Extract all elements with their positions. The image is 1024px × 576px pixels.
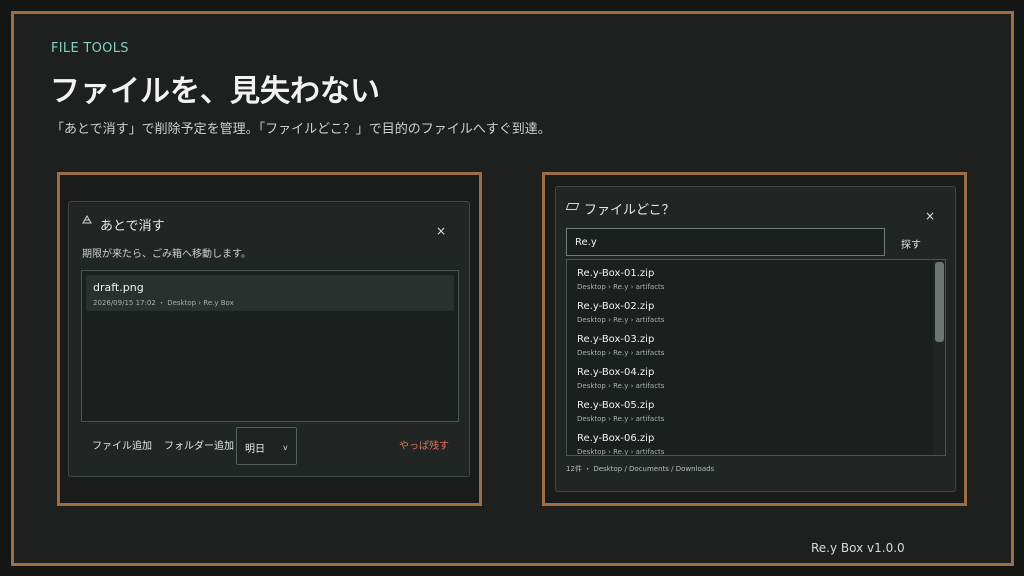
scheduled-file-list[interactable]: draft.png 2026/09/15 17:02 ・ Desktop › R…	[81, 270, 459, 422]
list-item[interactable]: Re.y-Box-06.zip Desktop › Re.y › artifac…	[577, 433, 917, 456]
list-item[interactable]: Re.y-Box-04.zip Desktop › Re.y › artifac…	[577, 367, 917, 397]
page-title: ファイルを、見失わない	[50, 74, 380, 109]
file-meta: 2026/09/15 17:02 ・ Desktop › Re.y Box	[93, 299, 234, 307]
list-item[interactable]: draft.png 2026/09/15 17:02 ・ Desktop › R…	[86, 275, 454, 311]
result-path: Desktop › Re.y › artifacts	[577, 448, 665, 456]
schedule-value: 明日	[245, 444, 265, 455]
result-name: Re.y-Box-06.zip	[577, 433, 655, 444]
scrollbar-thumb[interactable]	[935, 262, 944, 342]
result-path: Desktop › Re.y › artifacts	[577, 349, 665, 357]
search-input[interactable]	[566, 228, 885, 256]
add-folder-button[interactable]: フォルダー追加	[164, 437, 234, 452]
result-name: Re.y-Box-05.zip	[577, 400, 655, 411]
schedule-select[interactable]: 明日 v	[236, 427, 297, 465]
list-item[interactable]: Re.y-Box-01.zip Desktop › Re.y › artifac…	[577, 268, 917, 298]
result-path: Desktop › Re.y › artifacts	[577, 382, 665, 390]
file-name: draft.png	[93, 281, 144, 294]
result-path: Desktop › Re.y › artifacts	[577, 283, 665, 291]
chevron-down-icon: v	[283, 443, 288, 452]
status-text: 12件 ・ Desktop / Documents / Downloads	[566, 465, 715, 473]
window-title: ファイルどこ？	[584, 203, 675, 218]
result-name: Re.y-Box-02.zip	[577, 301, 655, 312]
finder-window: ファイルどこ？ × 探す Re.y-Box-01.zip Desktop › R…	[555, 186, 956, 492]
recycle-icon	[82, 215, 92, 224]
window-title: あとで消す	[100, 219, 165, 234]
add-file-button[interactable]: ファイル追加	[92, 437, 152, 452]
close-icon[interactable]: ×	[925, 209, 935, 223]
result-name: Re.y-Box-03.zip	[577, 334, 655, 345]
result-path: Desktop › Re.y › artifacts	[577, 316, 665, 324]
keep-file-button[interactable]: やっぱ残す	[399, 437, 449, 452]
list-item[interactable]: Re.y-Box-02.zip Desktop › Re.y › artifac…	[577, 301, 917, 331]
result-path: Desktop › Re.y › artifacts	[577, 415, 665, 423]
version-label: Re.y Box v1.0.0	[811, 541, 905, 555]
page-subtitle: 「あとで消す」で削除予定を管理。「ファイルどこ？」で目的のファイルへすぐ到達。	[51, 122, 551, 137]
result-name: Re.y-Box-04.zip	[577, 367, 655, 378]
later-delete-window: あとで消す × 期限が来たら、ごみ箱へ移動します。 draft.png 2026…	[68, 201, 470, 477]
tag-icon	[565, 203, 580, 210]
window-description: 期限が来たら、ごみ箱へ移動します。	[82, 249, 251, 260]
list-item[interactable]: Re.y-Box-05.zip Desktop › Re.y › artifac…	[577, 400, 917, 430]
close-icon[interactable]: ×	[436, 224, 446, 238]
list-item[interactable]: Re.y-Box-03.zip Desktop › Re.y › artifac…	[577, 334, 917, 364]
eyebrow-label: FILE TOOLS	[51, 41, 129, 56]
search-button[interactable]: 探す	[901, 236, 921, 251]
search-results-list[interactable]: Re.y-Box-01.zip Desktop › Re.y › artifac…	[566, 259, 946, 456]
result-name: Re.y-Box-01.zip	[577, 268, 655, 279]
